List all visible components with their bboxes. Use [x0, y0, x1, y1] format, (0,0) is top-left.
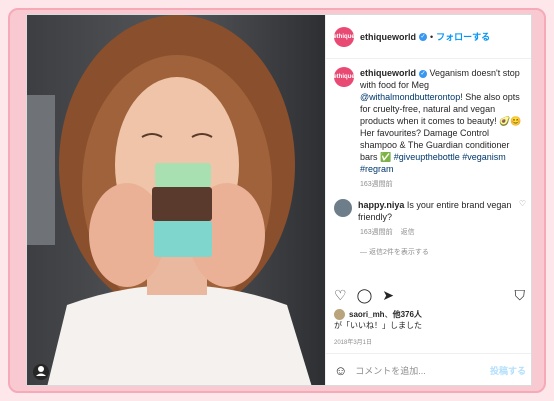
- others-count[interactable]: 他376人: [393, 310, 422, 319]
- photo-illustration: [27, 15, 325, 385]
- caption-username[interactable]: ethiqueworld: [360, 68, 416, 78]
- commenter-avatar[interactable]: [334, 199, 352, 217]
- likes-summary: saori_mh、他376人 が「いいね！」しました: [334, 309, 525, 331]
- share-icon[interactable]: ➤: [382, 287, 394, 304]
- post-date[interactable]: 2018年3月1日: [334, 337, 372, 346]
- follow-button[interactable]: フォローする: [436, 30, 490, 43]
- verified-icon: ✓: [419, 69, 427, 78]
- reply-button[interactable]: 返信: [401, 229, 415, 236]
- liker-username[interactable]: saori_mh: [349, 310, 385, 319]
- comment-input[interactable]: コメントを追加...: [355, 364, 490, 377]
- comment-time[interactable]: 163週間前: [360, 229, 393, 236]
- separator: •: [430, 31, 434, 42]
- view-replies-label: 返信2件を表示する: [368, 249, 429, 256]
- add-comment-bar: ☺ コメントを追加... 投稿する: [326, 353, 531, 385]
- emoji-icon[interactable]: ☺: [334, 363, 347, 378]
- comment-text: happy.niya Is your entire brand vegan fr…: [358, 199, 515, 223]
- post-sidebar: ethique ethiqueworld ✓ • フォローする ethique …: [325, 15, 531, 385]
- verified-icon: ✓: [419, 32, 427, 41]
- bookmark-icon[interactable]: ⛉: [515, 287, 526, 304]
- caption-text: ethiqueworld ✓ Veganism doesn't stop with…: [360, 67, 526, 175]
- likes-sep: 、: [384, 310, 393, 319]
- caption-avatar[interactable]: ethique: [333, 67, 355, 87]
- caption: ethique ethiqueworld ✓ Veganism doesn't s…: [333, 67, 526, 175]
- heart-icon[interactable]: ♡: [334, 287, 347, 304]
- action-bar: ♡ ◯ ➤ ⛉: [334, 287, 525, 304]
- comment-like-icon[interactable]: ♡: [519, 199, 526, 208]
- instagram-post: ethique ethiqueworld ✓ • フォローする ethique …: [26, 14, 532, 386]
- header-username[interactable]: ethiqueworld: [360, 32, 416, 42]
- comment-icon[interactable]: ◯: [357, 287, 373, 304]
- caption-time[interactable]: 163週間前: [360, 181, 393, 188]
- comment-username[interactable]: happy.niya: [358, 200, 404, 210]
- caption-meta: 163週間前: [360, 179, 526, 189]
- replies-line: —: [360, 249, 369, 256]
- view-replies-button[interactable]: — 返信2件を表示する: [360, 247, 526, 257]
- liker-avatar[interactable]: [334, 309, 345, 321]
- ethique-avatar[interactable]: ethique: [333, 26, 355, 47]
- mention-link[interactable]: @withalmondbutterontop: [360, 92, 460, 102]
- post-header: ethique ethiqueworld ✓ • フォローする: [326, 15, 531, 59]
- likes-text: が「いいね！」しました: [334, 321, 422, 331]
- comment-row: happy.niya Is your entire brand vegan fr…: [334, 199, 526, 223]
- comments-section: ethique ethiqueworld ✓ Veganism doesn't s…: [326, 59, 531, 273]
- post-comment-button[interactable]: 投稿する: [490, 364, 526, 377]
- post-photo[interactable]: [27, 15, 325, 385]
- comment-meta: 163週間前 返信: [360, 227, 526, 237]
